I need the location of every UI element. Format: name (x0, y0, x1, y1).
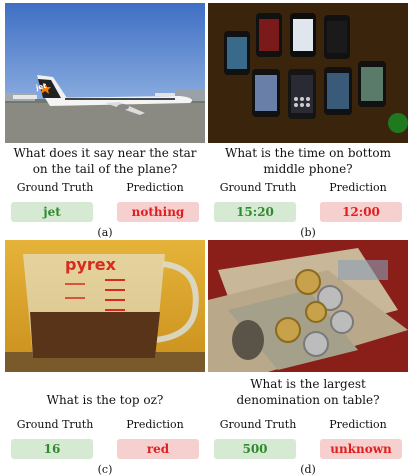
ground-truth-answer: 15:20 (214, 202, 296, 222)
airplane-illustration (5, 3, 205, 143)
prediction-label: Prediction (329, 181, 387, 194)
measuring-cup-illustration: pyrex (5, 240, 205, 372)
panel-caption: (c) (97, 463, 113, 476)
question-text: What is the time on bottom middle phone? (224, 146, 391, 176)
panel-b: What is the time on bottom middle phone?… (208, 3, 408, 239)
ground-truth-answer: 16 (11, 439, 93, 459)
panel-caption: (d) (300, 463, 316, 476)
phones-photo (208, 3, 408, 143)
prediction-label: Prediction (126, 418, 184, 431)
panel-d: What is the largest denomination on tabl… (208, 240, 408, 476)
question-text: What is the largest denomination on tabl… (236, 377, 380, 407)
prediction-answer: red (117, 439, 199, 459)
ground-truth-label: Ground Truth (16, 181, 94, 194)
prediction-label: Prediction (126, 181, 184, 194)
panel-c: pyrex What is the top oz? Ground Truth P… (5, 240, 205, 476)
airplane-photo (5, 3, 205, 143)
ground-truth-label: Ground Truth (16, 418, 94, 431)
money-illustration (208, 240, 408, 372)
money-photo (208, 240, 408, 372)
prediction-answer: unknown (320, 439, 402, 459)
measuring-cup-photo: pyrex (5, 240, 205, 372)
prediction-answer: nothing (117, 202, 199, 222)
panel-a: What does it say near the star on the ta… (5, 3, 205, 239)
cup-brand-text: pyrex (65, 255, 117, 274)
ground-truth-label: Ground Truth (219, 418, 297, 431)
question-text: What is the top oz? (46, 393, 164, 407)
panel-caption: (b) (300, 226, 316, 239)
ground-truth-answer: jet (11, 202, 93, 222)
prediction-answer: 12:00 (320, 202, 402, 222)
ground-truth-answer: 500 (214, 439, 296, 459)
prediction-label: Prediction (329, 418, 387, 431)
panel-caption: (a) (97, 226, 113, 239)
phones-illustration (208, 3, 408, 143)
question-text: What does it say near the star on the ta… (13, 146, 197, 176)
ground-truth-label: Ground Truth (219, 181, 297, 194)
